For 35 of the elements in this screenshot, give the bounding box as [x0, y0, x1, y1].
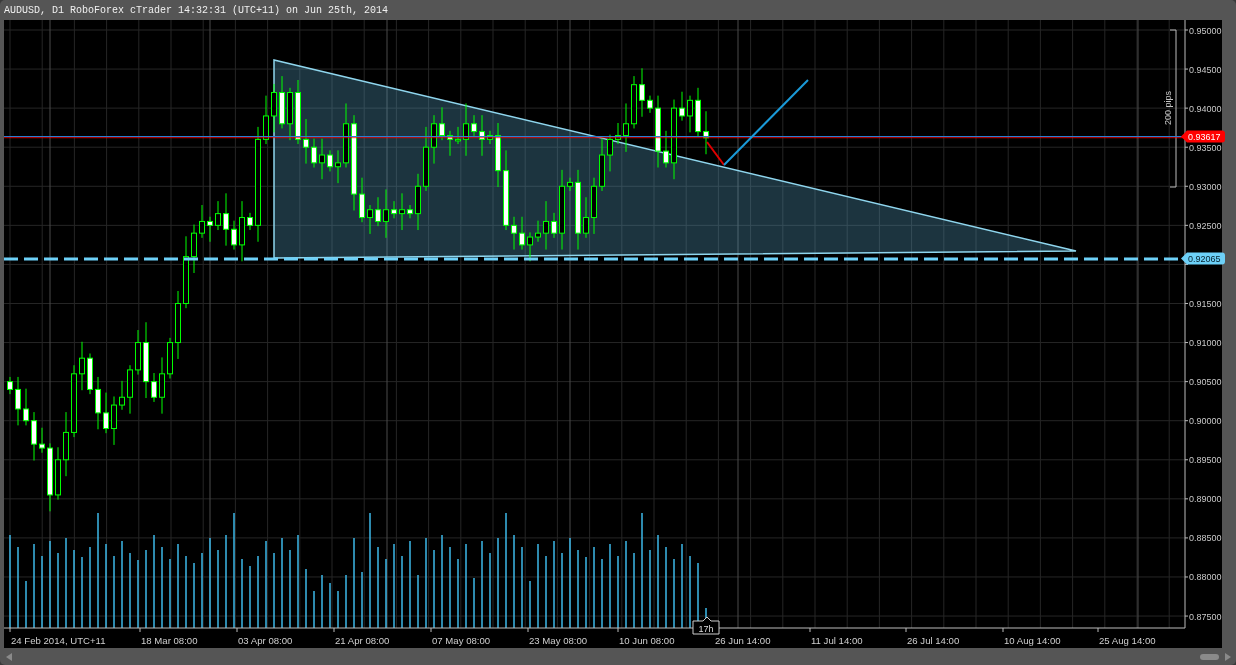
price-tick-label: 0.90000: [1189, 416, 1222, 427]
time-tick-label: 26 Jul 14:00: [907, 635, 960, 646]
time-tooltip: 17h: [692, 616, 720, 635]
time-tick-label: 03 Apr 08:00: [238, 635, 293, 646]
price-tick-label: 0.94500: [1189, 64, 1222, 75]
scroll-left-button[interactable]: [6, 652, 12, 661]
price-tick-label: 0.91500: [1189, 299, 1222, 309]
price-tick-label: 0.92500: [1189, 220, 1222, 231]
scroll-thumb[interactable]: [1200, 653, 1219, 660]
price-tick-label: 0.88000: [1189, 572, 1222, 583]
range-ruler: 200 pips: [1163, 29, 1177, 188]
price-tick-label: 0.90500: [1189, 377, 1222, 388]
time-tick-label: 07 May 08:00: [432, 635, 491, 646]
time-tick-label: 18 Mar 08:00: [141, 635, 198, 646]
price-tick-label: 0.93500: [1189, 142, 1222, 153]
scroll-right-button[interactable]: [1225, 652, 1231, 661]
price-tick-label: 0.87500: [1189, 611, 1222, 622]
time-tick-label: 25 Aug 14:00: [1099, 635, 1156, 646]
time-tick-label: 10 Aug 14:00: [1004, 635, 1061, 646]
time-tick-label: 21 Apr 08:00: [335, 635, 390, 646]
caret-right-icon: [1225, 652, 1231, 661]
price-tick-label: 0.94000: [1189, 103, 1222, 114]
time-tick-label: 11 Jul 14:00: [811, 635, 863, 646]
price-tick-label: 0.91000: [1189, 338, 1222, 349]
price-tick-label: 0.93000: [1189, 181, 1222, 192]
price-tick-label: 0.89500: [1189, 455, 1222, 466]
time-tick-label: 24 Feb 2014, UTC+11: [11, 635, 106, 646]
caret-left-icon: [6, 652, 12, 661]
time-tick-label: 23 May 08:00: [529, 635, 588, 646]
window-title: AUDUSD, D1 RoboForex cTrader 14:32:31 (UTC+11) on Jun 25th, 2014: [4, 4, 389, 16]
price-tick-label: 0.89000: [1189, 494, 1222, 505]
price-tick-label: 0.95000: [1189, 25, 1222, 36]
time-tick-label: 10 Jun 08:00: [619, 635, 675, 646]
time-tick-label: 26 Jun 14:00: [715, 635, 771, 646]
price-tick-label: 0.88500: [1189, 533, 1222, 544]
